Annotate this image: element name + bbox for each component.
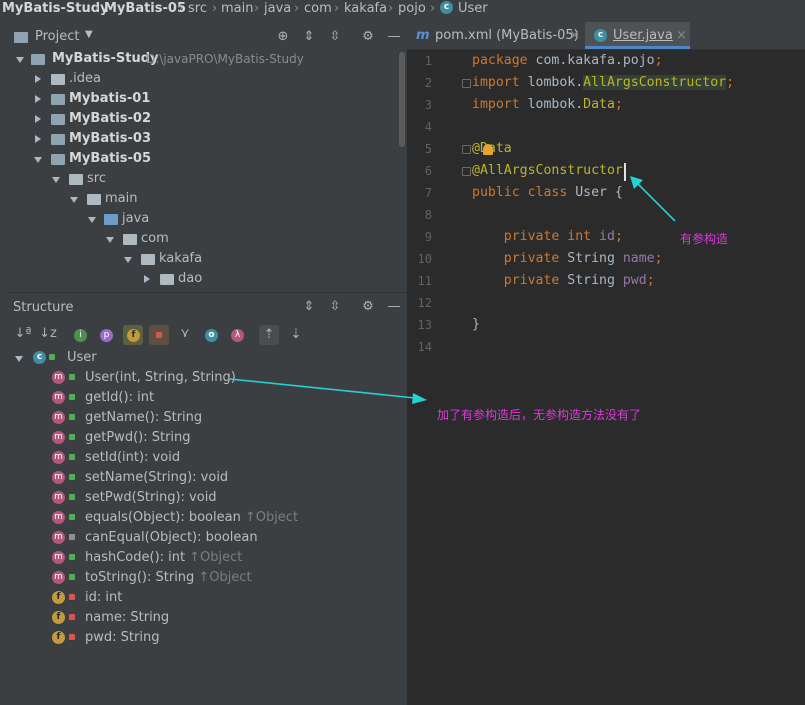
arrow-to-constructor-annotation	[630, 176, 676, 222]
annotation-note: 加了有参构造后，无参构造方法没有了	[437, 408, 642, 422]
arrow-to-structure-note	[229, 378, 427, 404]
annotation-arrows	[229, 176, 676, 404]
